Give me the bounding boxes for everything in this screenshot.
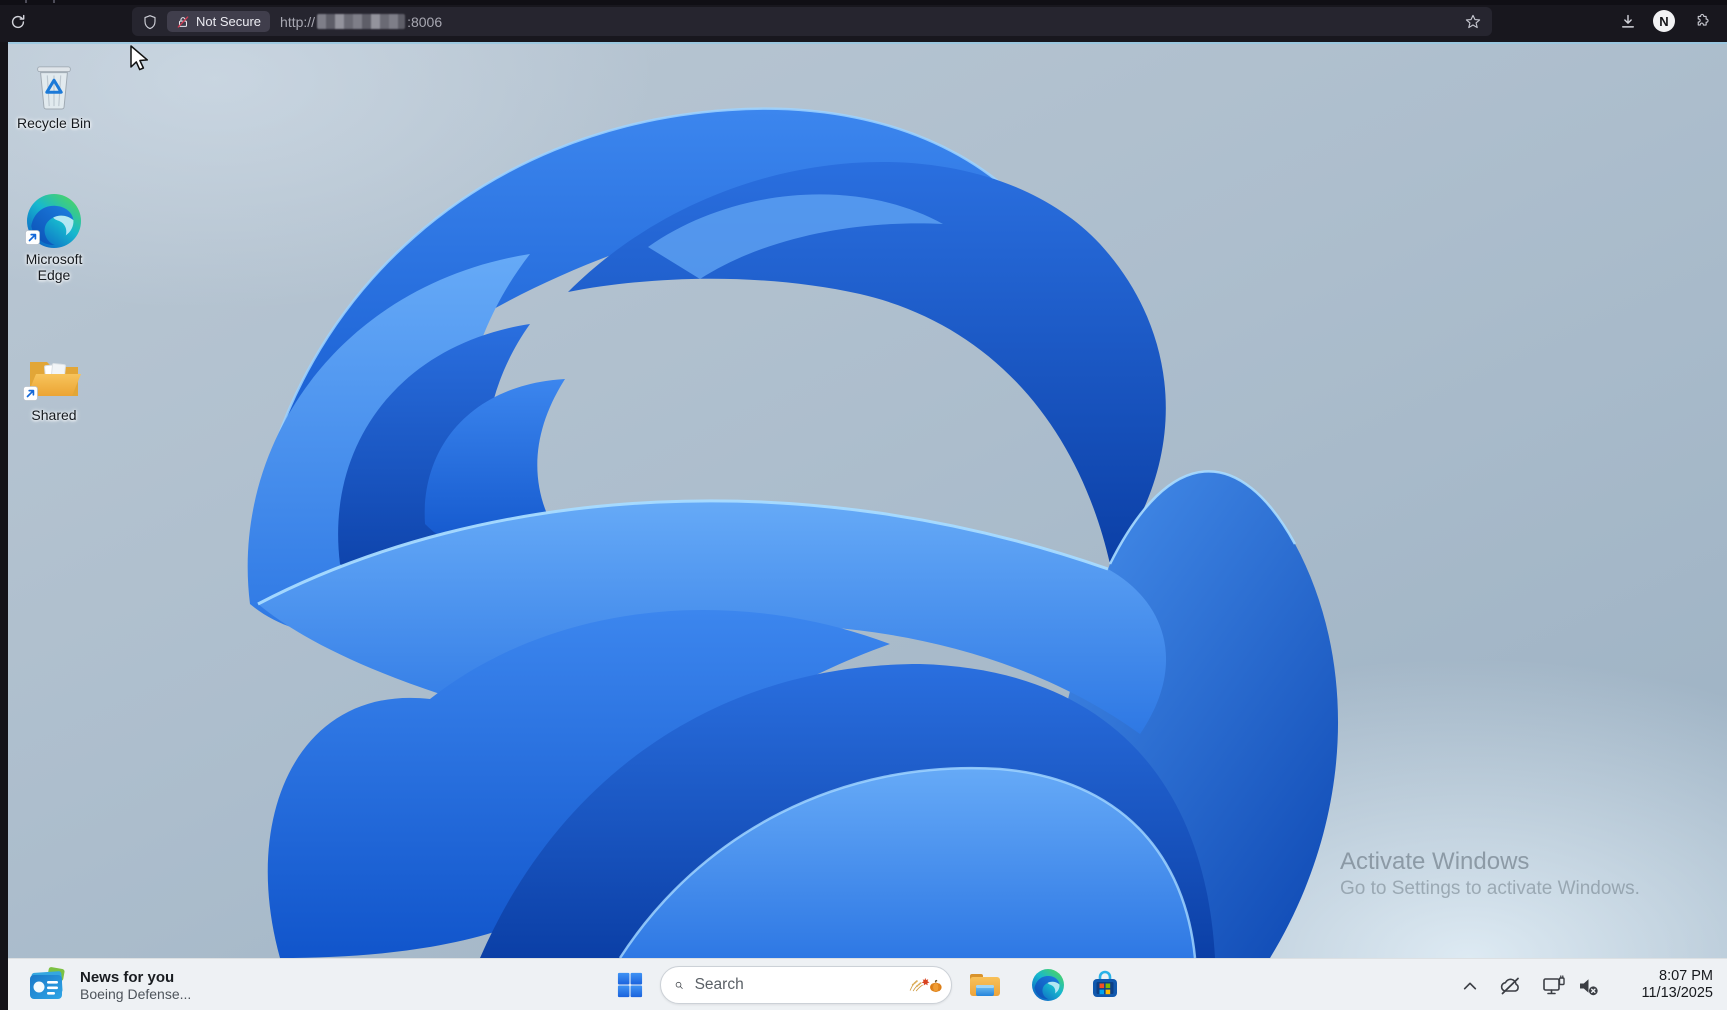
tray-chevron-icon xyxy=(1463,982,1477,990)
browser-toolbar: Not Secure http:// :8006 N xyxy=(0,0,1727,42)
microsoft-store-button[interactable] xyxy=(1087,967,1123,1003)
widgets-button[interactable]: News for you Boeing Defense... xyxy=(20,964,199,1006)
extensions-button[interactable] xyxy=(1691,11,1713,33)
screen: Not Secure http:// :8006 N Recycle Bin M… xyxy=(0,0,1727,1010)
shield-icon[interactable] xyxy=(142,14,158,30)
edge-button[interactable] xyxy=(1030,967,1066,1003)
watermark-line2: Go to Settings to activate Windows. xyxy=(1340,878,1640,899)
taskbar-search[interactable] xyxy=(660,966,952,1004)
search-icon xyxy=(675,981,683,989)
url-text: http:// :8006 xyxy=(280,14,442,30)
widget-title: News for you xyxy=(80,968,175,986)
cloud-offline-icon xyxy=(1500,977,1519,995)
widgets-icon xyxy=(30,967,65,999)
security-chip[interactable]: Not Secure xyxy=(167,11,271,32)
downloads-button[interactable] xyxy=(1617,11,1639,33)
file-explorer-button[interactable] xyxy=(967,967,1003,1003)
address-bar[interactable]: Not Secure http:// :8006 xyxy=(132,7,1492,36)
tab-separator xyxy=(53,0,55,3)
watermark-line1: Activate Windows xyxy=(1340,848,1530,875)
tray-volume-button[interactable] xyxy=(1574,972,1602,1000)
extensions-puzzle-icon xyxy=(1697,13,1709,26)
desktop-icon-shared[interactable]: Shared xyxy=(8,346,100,423)
clock-time: 8:07 PM xyxy=(1659,968,1713,984)
reload-icon xyxy=(11,14,25,29)
url-scheme: http:// xyxy=(280,13,316,30)
shortcut-arrow-icon xyxy=(25,230,40,250)
desktop-icon-label: Shared xyxy=(31,407,77,423)
tray-network-button[interactable] xyxy=(1540,972,1568,1000)
taskbar: News for you Boeing Defense... Search 8:… xyxy=(8,958,1727,1010)
clock-date: 11/13/2025 xyxy=(1641,985,1714,1001)
wallpaper-bloom xyxy=(247,107,1339,958)
start-icon xyxy=(617,972,643,998)
url-redacted-host xyxy=(317,14,406,29)
file-explorer-icon xyxy=(970,974,1000,996)
desktop-icon-label: Microsoft Edge xyxy=(25,251,83,283)
activation-watermark: Activate Windows Go to Settings to activ… xyxy=(1340,848,1640,902)
lock-slash-icon xyxy=(177,15,189,28)
recycle-bin-icon xyxy=(37,66,71,110)
account-initial: N xyxy=(1653,10,1675,32)
network-display-icon xyxy=(1543,975,1565,995)
widget-subtitle: Boeing Defense... xyxy=(80,985,192,1002)
tray-clock[interactable]: 8:07 PM 11/13/2025 xyxy=(1642,968,1714,1001)
tab-separator xyxy=(25,0,27,3)
edge-icon xyxy=(1032,969,1064,1001)
desktop: Recycle Bin Microsoft Edge Shared Activa… xyxy=(8,42,1727,958)
search-input[interactable] xyxy=(692,975,897,995)
account-button[interactable]: N xyxy=(1653,10,1675,32)
tray-cloud-button[interactable] xyxy=(1496,972,1524,1000)
microsoft-store-icon xyxy=(1093,970,1117,997)
desktop-icon-microsoft-edge[interactable]: Microsoft Edge xyxy=(8,190,100,283)
volume-muted-icon xyxy=(1580,979,1598,996)
mouse-cursor-icon xyxy=(130,45,149,71)
bookmark-star-icon[interactable] xyxy=(1464,13,1482,31)
tray-show-hidden-button[interactable] xyxy=(1456,972,1484,1000)
security-label: Not Secure xyxy=(196,14,262,29)
url-port: :8006 xyxy=(407,13,443,30)
autumn-decoration-icon xyxy=(909,977,942,993)
tab-strip xyxy=(0,0,1727,5)
desktop-icon-recycle-bin[interactable]: Recycle Bin xyxy=(8,54,100,131)
desktop-top-edge xyxy=(8,42,1727,44)
shortcut-arrow-icon xyxy=(23,386,38,406)
reload-button[interactable] xyxy=(6,10,30,34)
download-icon xyxy=(1622,14,1634,28)
desktop-icon-label: Recycle Bin xyxy=(17,115,91,131)
start-button[interactable] xyxy=(612,967,648,1003)
window-edge-strip xyxy=(0,42,8,1010)
